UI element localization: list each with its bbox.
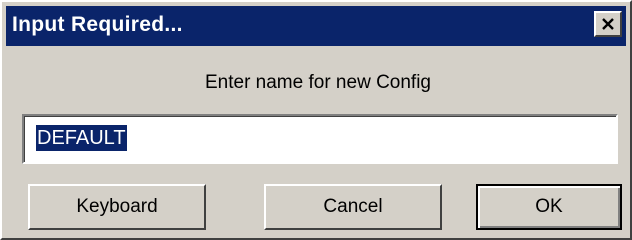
close-button[interactable]	[594, 11, 622, 37]
keyboard-button[interactable]: Keyboard	[28, 184, 206, 230]
close-icon	[602, 18, 614, 30]
title-bar[interactable]: Input Required...	[6, 6, 626, 46]
ok-button[interactable]: OK	[476, 184, 622, 230]
prompt-label: Enter name for new Config	[204, 72, 431, 93]
config-name-input[interactable]: DEFAULT	[22, 114, 618, 164]
input-dialog: Input Required... Enter name for new Con…	[0, 0, 632, 240]
cancel-button[interactable]: Cancel	[264, 184, 442, 230]
selected-input-text: DEFAULT	[36, 125, 127, 151]
dialog-title: Input Required...	[12, 13, 183, 36]
